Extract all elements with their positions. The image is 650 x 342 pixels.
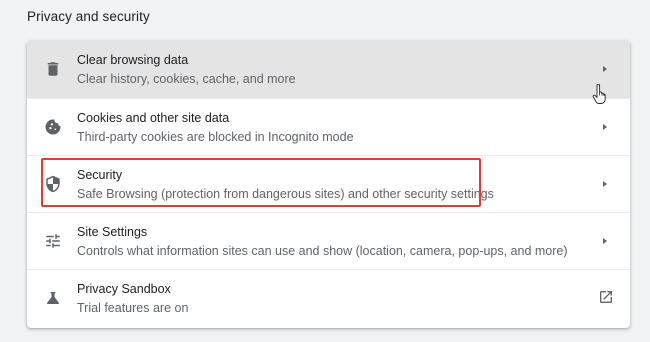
privacy-sandbox-row[interactable]: Privacy Sandbox Trial features are on (27, 269, 630, 326)
row-title: Clear browsing data (77, 53, 189, 67)
row-title: Security (77, 168, 123, 182)
security-row[interactable]: Security Safe Browsing (protection from … (27, 155, 630, 212)
chevron-right-icon[interactable] (598, 119, 612, 135)
shield-icon (44, 175, 62, 193)
row-title: Privacy Sandbox (77, 282, 171, 296)
section-title: Privacy and security (27, 9, 150, 24)
chevron-right-icon[interactable] (598, 233, 612, 249)
cookie-icon (44, 118, 62, 136)
settings-page: Privacy and security Clear browsing data… (0, 0, 650, 342)
tune-icon (44, 232, 62, 250)
row-title: Site Settings (77, 225, 148, 239)
row-subtitle: Trial features are on (77, 301, 189, 315)
cookies-row[interactable]: Cookies and other site data Third-party … (27, 98, 630, 155)
open-in-new-icon[interactable] (598, 289, 614, 305)
privacy-security-card: Clear browsing data Clear history, cooki… (27, 41, 630, 328)
chevron-right-icon[interactable] (598, 176, 612, 192)
chevron-right-icon[interactable] (598, 61, 612, 77)
clear-browsing-data-row[interactable]: Clear browsing data Clear history, cooki… (27, 41, 630, 98)
trash-icon (44, 60, 62, 78)
row-subtitle: Safe Browsing (protection from dangerous… (77, 187, 494, 201)
row-subtitle: Controls what information sites can use … (77, 244, 568, 258)
flask-icon (44, 289, 62, 307)
row-subtitle: Third-party cookies are blocked in Incog… (77, 130, 354, 144)
row-title: Cookies and other site data (77, 111, 230, 125)
row-subtitle: Clear history, cookies, cache, and more (77, 72, 296, 86)
site-settings-row[interactable]: Site Settings Controls what information … (27, 212, 630, 269)
